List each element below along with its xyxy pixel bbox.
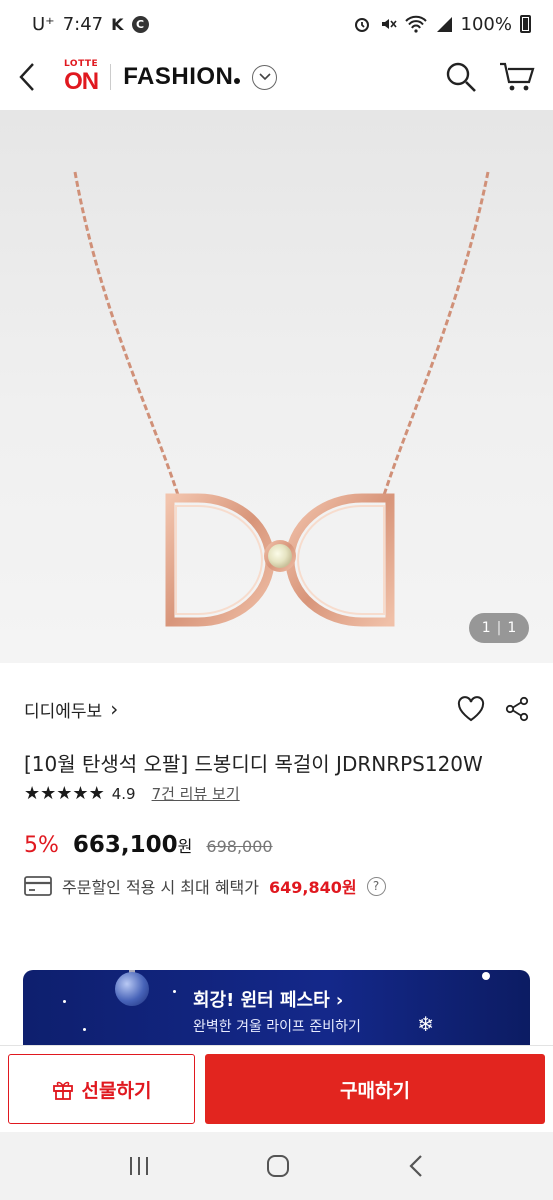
status-bar: U⁺ 7:47 K C 100%: [0, 0, 553, 48]
promo-banner[interactable]: 회강! 윈터 페스타 › 완벽한 겨울 라이프 준비하기 ❄: [23, 970, 530, 1045]
lotte-on-logo[interactable]: LOTTE ON: [64, 60, 99, 95]
heart-icon[interactable]: [457, 696, 485, 722]
help-icon[interactable]: ?: [366, 876, 386, 896]
necklace-image: [73, 171, 490, 627]
fashion-brand[interactable]: FASHION: [123, 63, 241, 91]
brand-dot: [234, 78, 241, 84]
gift-button[interactable]: 선물하기: [8, 1054, 195, 1124]
snowflake-icon: ❄: [417, 1012, 434, 1036]
gift-icon: [52, 1081, 73, 1100]
image-counter: 1 | 1: [469, 613, 529, 643]
image-counter-total: 1: [507, 620, 517, 636]
discount-rate: 5%: [24, 833, 59, 858]
signal-icon: [436, 17, 452, 32]
brand-text: FASHION: [123, 63, 234, 90]
battery-label: 100%: [460, 13, 512, 35]
app-header: LOTTE ON FASHION: [0, 48, 553, 106]
banner-sparkle: [63, 1000, 66, 1003]
category-toggle-button[interactable]: [252, 64, 278, 90]
c-icon: C: [131, 15, 149, 33]
brand-store-link[interactable]: 디디에두보 ›: [24, 697, 118, 722]
k-icon: K: [111, 14, 124, 34]
benefit-price: 649,840원: [268, 878, 357, 897]
benefit-label: 주문할인 적용 시 최대 혜택가: [62, 878, 259, 897]
banner-subtitle: 완벽한 겨울 라이프 준비하기: [193, 1019, 361, 1035]
battery-icon: [520, 15, 531, 33]
star-icon: ★: [56, 783, 72, 804]
recents-icon[interactable]: [127, 1154, 151, 1178]
brand-row: 디디에두보 ›: [24, 663, 529, 755]
ornament-icon: [115, 972, 149, 1006]
banner-bulb: [482, 972, 490, 980]
image-counter-separator: |: [496, 620, 502, 636]
star-icon: ★: [24, 783, 40, 804]
logo-main-text: ON: [64, 68, 99, 95]
carrier-label: U⁺: [32, 13, 55, 35]
chevron-down-icon: [259, 73, 271, 81]
alarm-icon: [354, 18, 369, 32]
nav-back-icon[interactable]: [406, 1153, 426, 1179]
cart-icon[interactable]: [499, 61, 535, 93]
sale-price-value: 663,100: [72, 832, 178, 858]
status-right: 100%: [353, 14, 531, 35]
header-actions: [445, 61, 535, 93]
clock: 7:47: [62, 13, 104, 35]
rating-row: ★ ★ ★ ★ ★ 4.9 7건 리뷰 보기: [24, 783, 529, 804]
star-icon: ★: [72, 783, 88, 804]
product-info: 디디에두보 › [10월 탄생석 오팔] 드봉디디 목걸이 JDRNRPS120…: [0, 663, 553, 898]
back-icon: [19, 63, 34, 91]
wifi-icon: [404, 15, 427, 33]
sale-price: 663,100원: [73, 832, 193, 858]
star-icon: ★: [40, 783, 56, 804]
gift-button-label: 선물하기: [81, 1079, 152, 1102]
star-icon: ★: [88, 783, 105, 804]
buy-button[interactable]: 구매하기: [205, 1054, 545, 1124]
brand-name: 디디에두보: [24, 701, 103, 722]
system-nav-bar: [0, 1132, 553, 1200]
search-icon[interactable]: [445, 61, 477, 93]
review-link[interactable]: 7건 리뷰 보기: [152, 783, 240, 804]
logo-divider: [110, 64, 112, 90]
product-actions: [457, 696, 529, 722]
chevron-right-icon: ›: [110, 697, 119, 721]
sale-price-unit: 원: [177, 837, 193, 856]
original-price: 698,000: [206, 837, 273, 856]
price-row: 5% 663,100원 698,000: [24, 832, 529, 858]
banner-sparkle: [173, 990, 176, 993]
image-counter-current: 1: [481, 620, 491, 636]
product-image[interactable]: 1 | 1: [0, 110, 553, 663]
rating-stars: ★ ★ ★ ★ ★: [24, 783, 105, 804]
banner-title: 회강! 윈터 페스타 ›: [193, 990, 344, 1011]
product-title: [10월 탄생석 오팔] 드봉디디 목걸이 JDRNRPS120W: [24, 752, 483, 776]
banner-sparkle: [83, 1028, 86, 1031]
bottom-action-bar: 선물하기 구매하기: [0, 1045, 553, 1132]
card-icon: [24, 876, 52, 896]
rating-score: 4.9: [111, 784, 136, 803]
benefit-row: 주문할인 적용 시 최대 혜택가 649,840원 ?: [24, 874, 529, 898]
share-icon[interactable]: [505, 696, 529, 722]
home-icon[interactable]: [265, 1153, 291, 1179]
status-left: U⁺ 7:47 K C: [32, 14, 149, 35]
mute-icon: [381, 19, 397, 29]
back-button[interactable]: [18, 57, 54, 97]
